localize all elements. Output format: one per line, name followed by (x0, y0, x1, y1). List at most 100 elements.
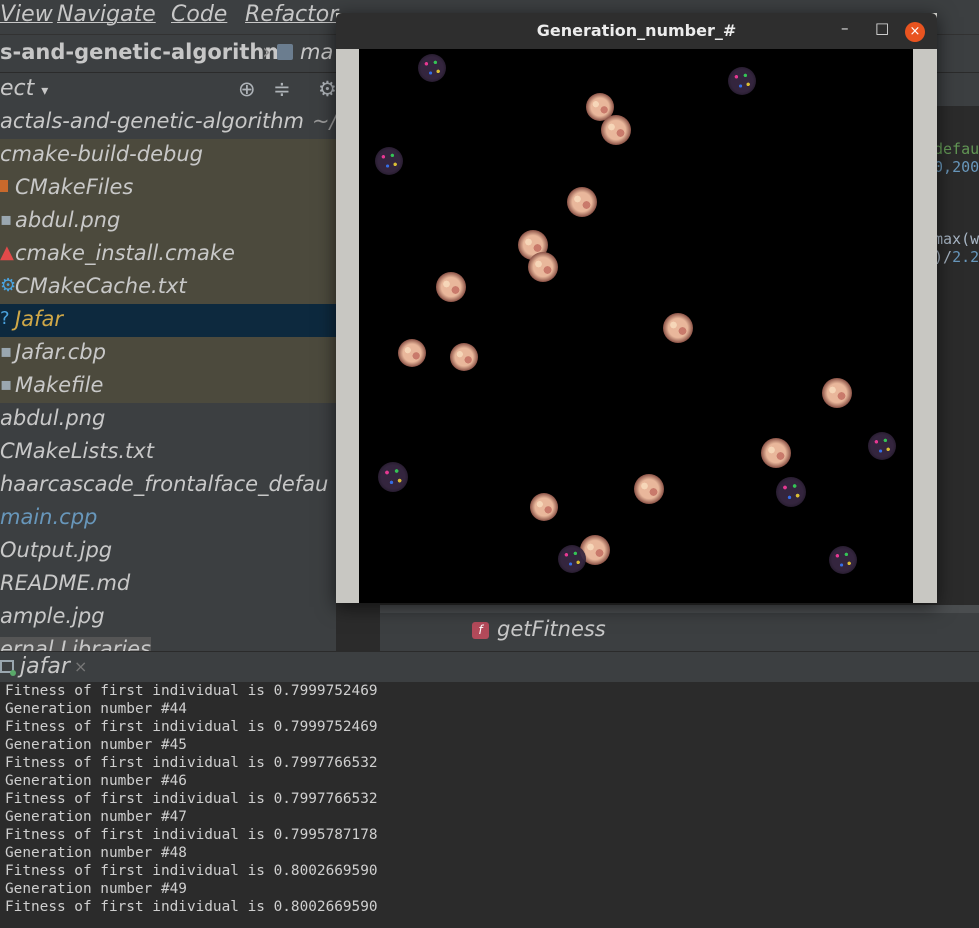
tree-root[interactable]: actals-and-genetic-algorithm ~/ (0, 106, 336, 139)
circle-individual (601, 115, 631, 145)
tree-item-external-libraries[interactable]: ernal Libraries (0, 634, 336, 651)
tree-item-cmakecache[interactable]: ⚙ CMakeCache.txt (0, 271, 336, 304)
console-line: Generation number #44 (5, 701, 187, 717)
console-line: Generation number #48 (5, 845, 187, 861)
executable-icon: ? (0, 308, 10, 329)
circle-individual (558, 545, 586, 573)
console-line: Fitness of first individual is 0.7997766… (5, 755, 378, 771)
file-icon: ▪ (0, 374, 13, 395)
circle-individual (822, 378, 852, 408)
breadcrumb-file[interactable]: ma (300, 40, 333, 64)
opencv-window[interactable]: Generation_number_# – □ × (336, 13, 937, 603)
circle-individual (663, 313, 693, 343)
code-token: 200 (952, 158, 979, 176)
file-icon: ▪ (0, 341, 13, 362)
generation-canvas (359, 49, 913, 603)
tree-item-label: Jafar (15, 307, 63, 331)
code-token: 2.2 (952, 248, 979, 266)
console-line: Fitness of first individual is 0.7999752… (5, 683, 378, 699)
project-tree: actals-and-genetic-algorithm ~/ cmake-bu… (0, 106, 336, 651)
console-line: Fitness of first individual is 0.7997766… (5, 791, 378, 807)
console-icon (0, 660, 16, 676)
tree-item-label: CMakeLists.txt (0, 439, 154, 463)
menu-code[interactable]: Code (171, 2, 227, 27)
code-fragment: )/2.2 (934, 248, 979, 266)
tree-item-label: cmake_install.cmake (15, 241, 235, 265)
tree-item-jafar[interactable]: ? Jafar (0, 304, 336, 337)
tree-item-label: cmake-build-debug (0, 142, 203, 166)
circle-individual (398, 339, 426, 367)
breadcrumb-project[interactable]: s-and-genetic-algorithm (0, 40, 286, 64)
tree-item-label: README.md (0, 571, 131, 595)
circle-individual (829, 546, 857, 574)
tree-item-sample-jpg[interactable]: ample.jpg (0, 601, 336, 634)
run-tab-jafar[interactable]: jafar × (0, 652, 95, 683)
menu-view[interactable]: View (0, 2, 53, 27)
close-icon[interactable]: × (905, 22, 925, 42)
project-view-selector[interactable]: ect ▾ (0, 76, 48, 101)
tree-item-label: main.cpp (0, 505, 98, 529)
circle-individual (375, 147, 403, 175)
console-line: Fitness of first individual is 0.8002669… (5, 899, 378, 915)
tree-item-makefile[interactable]: ▪ Makefile (0, 370, 336, 403)
tree-item-label: Output.jpg (0, 538, 113, 562)
console-line: Fitness of first individual is 0.8002669… (5, 863, 378, 879)
tree-item-abdul-png-2[interactable]: abdul.png (0, 403, 336, 436)
crosshair-icon[interactable]: ⊕ (238, 77, 256, 101)
minimize-icon[interactable]: – (841, 19, 849, 37)
tree-item-haarcascade[interactable]: haarcascade_frontalface_defau (0, 469, 336, 502)
circle-individual (634, 474, 664, 504)
console-line: Fitness of first individual is 0.7995787… (5, 827, 378, 843)
circle-individual (436, 272, 466, 302)
circle-individual (450, 343, 478, 371)
tree-item-cmake-build-debug[interactable]: cmake-build-debug (0, 139, 336, 172)
run-console[interactable]: Fitness of first individual is 0.7999752… (0, 682, 979, 928)
collapse-icon[interactable]: ≑ (273, 77, 291, 101)
console-line: Generation number #46 (5, 773, 187, 789)
cmake-file-icon: ▲ (0, 242, 14, 263)
menu-navigate[interactable]: Navigate (57, 2, 156, 27)
tree-item-cmakefiles[interactable]: CMakeFiles (0, 172, 336, 205)
tree-item-label: abdul.png (15, 208, 121, 232)
tree-item-cmakelists[interactable]: CMakeLists.txt (0, 436, 336, 469)
tree-item-jafar-cbp[interactable]: ▪ Jafar.cbp (0, 337, 336, 370)
tree-item-label: haarcascade_frontalface_defau (0, 472, 329, 496)
tree-item-label: ernal Libraries (0, 637, 151, 651)
tree-root-label: actals-and-genetic-algorithm (0, 109, 304, 133)
cpp-file-icon (277, 44, 293, 60)
circle-individual (868, 432, 896, 460)
console-line: Generation number #47 (5, 809, 187, 825)
breadcrumb-separator-icon: › (262, 40, 271, 65)
tree-item-readme[interactable]: README.md (0, 568, 336, 601)
maximize-icon[interactable]: □ (875, 19, 889, 37)
circle-individual (728, 67, 756, 95)
run-tab-label: jafar (20, 654, 70, 679)
tree-item-label: Makefile (15, 373, 104, 397)
circle-individual (761, 438, 791, 468)
tree-item-main-cpp[interactable]: main.cpp (0, 502, 336, 535)
gear-icon[interactable]: ⚙ (318, 77, 337, 101)
tree-item-label: abdul.png (0, 406, 106, 430)
circle-individual (776, 477, 806, 507)
code-fragment: 0,200 (934, 158, 979, 176)
tree-item-output-jpg[interactable]: Output.jpg (0, 535, 336, 568)
dropdown-arrow-icon: ▾ (41, 83, 49, 99)
structure-item-getfitness[interactable]: getFitness (497, 617, 606, 641)
text-file-icon: ⚙ (0, 275, 17, 296)
console-line: Generation number #49 (5, 881, 187, 897)
tree-item-label: CMakeFiles (15, 175, 134, 199)
menu-refactor[interactable]: Refactor (245, 2, 338, 27)
tree-root-path: ~/ (312, 109, 336, 133)
tree-item-abdul-png[interactable]: ▪ abdul.png (0, 205, 336, 238)
folder-icon (0, 180, 8, 192)
code-fragment: max(w (934, 230, 979, 248)
run-panel-header: jafar × (0, 651, 979, 683)
window-titlebar[interactable]: Generation_number_# – □ × (336, 13, 937, 49)
circle-individual (378, 462, 408, 492)
tree-item-label: Jafar.cbp (15, 340, 106, 364)
project-view-label: ect (0, 76, 35, 101)
console-line: Fitness of first individual is 0.7999752… (5, 719, 378, 735)
close-icon[interactable]: × (74, 657, 87, 676)
circle-individual (530, 493, 558, 521)
tree-item-cmake-install[interactable]: ▲ cmake_install.cmake (0, 238, 336, 271)
